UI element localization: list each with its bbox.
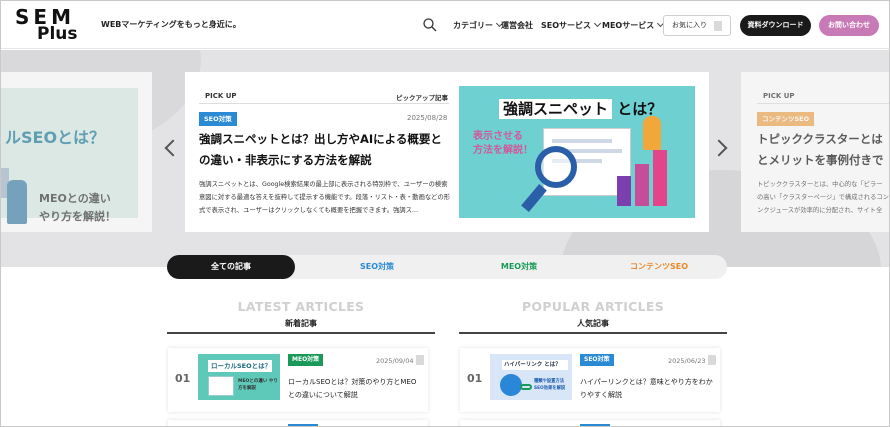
list-item[interactable]: [168, 420, 428, 426]
site-header: SEM Plus WEBマーケティングをもっと身近に。 カテゴリー 運営会社 S…: [1, 1, 889, 49]
thumb-sub: 種類や設置方法 SEO効果を解説: [534, 379, 566, 391]
link-icon: [520, 384, 532, 390]
contact-button[interactable]: お問い合わせ: [819, 15, 879, 36]
favorites-label: お気に入り: [672, 21, 707, 29]
tab-all-articles[interactable]: 全ての記事: [167, 255, 295, 279]
nav-category-label: カテゴリー: [453, 21, 493, 30]
article-title[interactable]: 強調スニペットとは？出し方やAIによる概要との違い・非表示にする方法を解説: [199, 129, 451, 171]
slide-fade-overlay: [1, 72, 152, 232]
rank-number: 01: [175, 372, 191, 385]
list-item[interactable]: 01 ローカルSEOとは？ MEOとの違い やり方を解説 MEO対策 2025/…: [168, 348, 428, 412]
article-title[interactable]: ハイパーリンクとは？意味とやり方をわかりやすく解説: [580, 376, 714, 402]
illustration-bar: [653, 150, 667, 206]
section-divider: [459, 332, 727, 334]
illustration-device: [208, 376, 234, 396]
article-excerpt: 強調スニペットとは、Google検索結果の最上部に表示される特別枠で、ユーザーの…: [199, 181, 451, 214]
article-title[interactable]: ローカルSEOとは？対策のやり方とMEOとの違いについて解説: [288, 376, 422, 402]
nav-meo-service[interactable]: MEOサービス: [602, 19, 665, 31]
thumb-sub: MEOとの違い やり方を解説: [238, 379, 278, 391]
article-thumbnail[interactable]: 強調スニペット とは？ 表示させる 方法を解説！: [459, 86, 695, 218]
post-date: 2025/08/28: [407, 114, 448, 122]
site-tagline: WEBマーケティングをもっと身近に。: [101, 20, 241, 29]
divider: [199, 103, 449, 104]
nav-seo-service-label: SEOサービス: [541, 21, 592, 30]
chevron-right-icon[interactable]: [710, 139, 728, 157]
logo-text-plus: Plus: [37, 24, 78, 44]
bookmark-icon: [714, 21, 722, 31]
thumb-headline: ローカルSEOとは？: [208, 360, 272, 372]
nav-company-label: 運営会社: [501, 21, 533, 30]
thumb-sub-line1: 表示させる: [473, 131, 523, 142]
illustration-person: [643, 116, 661, 150]
category-badge[interactable]: SEO対策: [580, 354, 614, 366]
category-tabs: 全ての記事 SEO対策 MEO対策 コンテンツSEO: [167, 255, 727, 279]
illustration-bar: [617, 176, 631, 206]
list-item[interactable]: [460, 420, 720, 426]
post-date: 2025/06/23: [668, 357, 706, 365]
article-thumbnail[interactable]: ローカルSEOとは？ MEOとの違い やり方を解説: [198, 354, 280, 400]
illustration-magnifier-handle: [521, 184, 547, 212]
chevron-down-icon: [593, 19, 602, 28]
category-badge[interactable]: MEO対策: [288, 354, 324, 366]
pickup-label-ja: ピックアップ記事: [396, 94, 448, 102]
section-title-latest: 新着記事: [285, 319, 317, 328]
illustration-bar: [635, 164, 649, 206]
site-logo[interactable]: SEM Plus: [15, 5, 87, 45]
post-date: 2025/09/04: [376, 357, 414, 365]
thumb-headline: 強調スニペット とは？: [499, 98, 662, 119]
tab-seo[interactable]: SEO対策: [307, 255, 447, 279]
thumb-sub: 表示させる 方法を解説！: [473, 130, 533, 158]
favorites-button[interactable]: お気に入り: [663, 15, 731, 36]
thumb-sub-line2: 方法を解説！: [473, 145, 533, 156]
section-title-popular-en: POPULAR ARTICLES: [521, 299, 665, 314]
thumb-headline-suffix: とは？: [617, 100, 663, 118]
bookmark-icon[interactable]: [708, 355, 716, 365]
category-badge[interactable]: SEO対策: [199, 112, 237, 126]
magnifier-icon: [535, 146, 577, 188]
page-frame: SEM Plus WEBマーケティングをもっと身近に。 カテゴリー 運営会社 S…: [0, 0, 890, 427]
list-item[interactable]: 01 ハイパーリンク とは？ 種類や設置方法 SEO効果を解説 SEO対策 20…: [460, 348, 720, 412]
section-title-latest-en: LATEST ARTICLES: [237, 299, 365, 314]
chevron-left-icon[interactable]: [164, 139, 182, 157]
illustration-line: [552, 139, 612, 143]
download-button[interactable]: 資料ダウンロード: [740, 15, 811, 36]
nav-category[interactable]: カテゴリー: [453, 19, 504, 31]
slide-fade-overlay: [741, 72, 889, 232]
tab-contents-seo[interactable]: コンテンツSEO: [591, 255, 727, 279]
nav-meo-service-label: MEOサービス: [602, 21, 655, 30]
globe-icon: [500, 374, 522, 396]
nav-seo-service[interactable]: SEOサービス: [541, 19, 602, 31]
thumb-headline-box: 強調スニペット: [499, 99, 613, 119]
rank-number: 01: [467, 372, 483, 385]
thumb-headline: ハイパーリンク とは？: [502, 360, 568, 370]
pickup-label: PICK UP: [205, 92, 237, 100]
bookmark-icon[interactable]: [416, 355, 424, 365]
nav-company[interactable]: 運営会社: [501, 20, 533, 31]
section-divider: [167, 332, 435, 334]
search-icon[interactable]: [422, 17, 438, 33]
section-title-popular: 人気記事: [577, 319, 609, 328]
tab-meo[interactable]: MEO対策: [449, 255, 589, 279]
carousel-slide-active[interactable]: PICK UP ピックアップ記事 SEO対策 2025/08/28 強調スニペッ…: [185, 72, 709, 232]
pickup-carousel: ルSEOとは？ MEOとの違い やり方を解説！ PICK UP ピックアップ記事…: [1, 50, 889, 267]
article-thumbnail[interactable]: ハイパーリンク とは？ 種類や設置方法 SEO効果を解説: [490, 354, 572, 400]
